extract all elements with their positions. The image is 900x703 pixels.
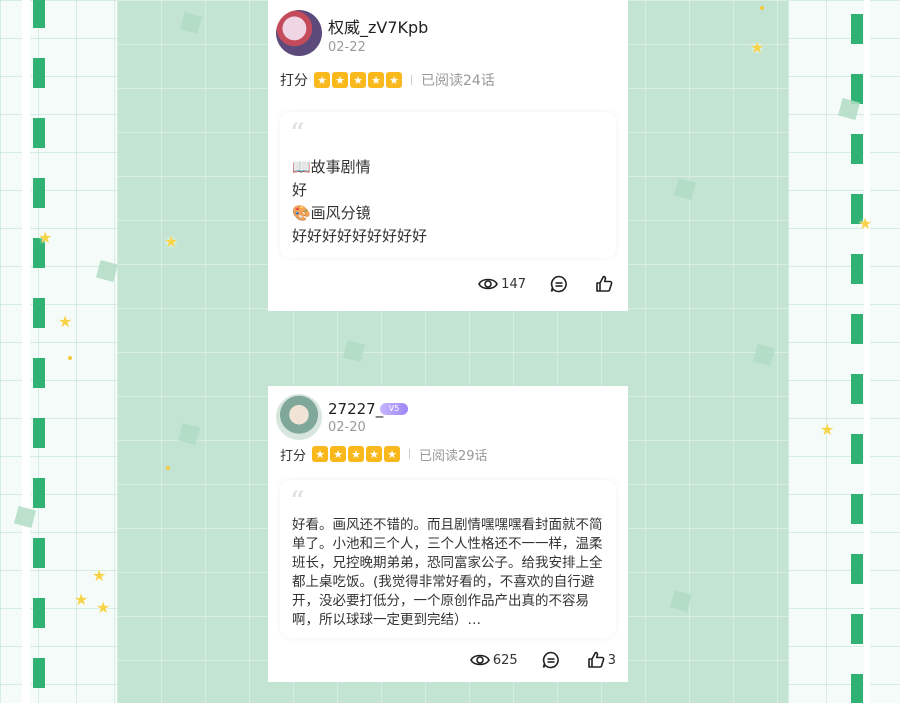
review-line: 好 (292, 181, 308, 199)
review-line: 🎨画风分镜 (292, 204, 371, 222)
sparkle (760, 6, 764, 10)
avatar[interactable] (276, 10, 322, 56)
star-icon: ★ (386, 72, 402, 88)
like-button[interactable]: 3 (587, 651, 616, 669)
star-icon: ★ (820, 420, 835, 439)
rating-stars: ★ ★ ★ ★ ★ (312, 446, 402, 462)
comment-icon (542, 651, 560, 669)
review-line: 📖故事剧情 (292, 158, 371, 176)
star-icon: ★ (384, 446, 401, 462)
avatar[interactable] (276, 394, 322, 440)
quote-icon: “ (290, 485, 305, 518)
star-icon: ★ (38, 228, 53, 247)
star-icon: ★ (74, 590, 89, 609)
action-bar: 147 (454, 275, 616, 293)
star-icon: ★ (858, 214, 873, 233)
star-icon: ★ (366, 446, 383, 462)
review-date: 02-20 (328, 420, 366, 435)
views-count: 625 (492, 652, 518, 668)
review-text: 好看。画风还不错的。而且剧情嘿嘿嘿看封面就不简单了。小池和三个人，三个人性格还不… (292, 517, 603, 628)
vip-badge: V5 (380, 403, 408, 415)
decor-strip (22, 0, 30, 703)
views-count: 147 (501, 276, 526, 292)
divider (411, 75, 412, 85)
star-icon: ★ (312, 446, 329, 462)
read-progress: 已阅读29话 (419, 448, 488, 464)
star-icon: ★ (164, 232, 179, 251)
action-bar: 625 3 (446, 651, 616, 669)
comment-button[interactable] (542, 651, 563, 669)
review-card: 27227_ V5 02-20 打分 ★ ★ ★ ★ ★ 已阅读29话 “ 好看… (268, 386, 628, 682)
star-icon: ★ (58, 312, 73, 331)
username[interactable]: 权威_zV7Kpb (328, 14, 428, 38)
quote-icon: “ (290, 117, 305, 150)
read-progress: 已阅读24话 (421, 73, 495, 89)
review-content[interactable]: “ 好看。画风还不错的。而且剧情嘿嘿嘿看封面就不简单了。小池和三个人，三个人性格… (280, 480, 616, 638)
star-icon: ★ (368, 72, 384, 88)
rating-row: 打分 ★ ★ ★ ★ ★ 已阅读29话 (280, 444, 488, 464)
thumbs-up-icon (587, 651, 605, 669)
sparkle (68, 356, 72, 360)
review-line: 好好好好好好好好好 (292, 227, 428, 245)
comment-button[interactable] (550, 275, 571, 293)
eye-icon (469, 652, 490, 668)
views-button[interactable]: 147 (478, 276, 526, 292)
rating-row: 打分 ★ ★ ★ ★ ★ 已阅读24话 (280, 70, 495, 90)
star-icon: ★ (96, 598, 111, 617)
username[interactable]: 27227_ (328, 400, 383, 418)
star-icon: ★ (314, 72, 330, 88)
sparkle (166, 466, 170, 470)
star-icon: ★ (330, 446, 347, 462)
dashed-border-left (33, 0, 45, 703)
star-icon: ★ (92, 566, 107, 585)
review-card: 权威_zV7Kpb 02-22 打分 ★ ★ ★ ★ ★ 已阅读24话 “ 📖故… (268, 0, 628, 311)
thumbs-up-icon (595, 275, 613, 293)
review-content[interactable]: “ 📖故事剧情 好 🎨画风分镜 好好好好好好好好好 (280, 112, 616, 258)
star-icon: ★ (750, 38, 765, 57)
divider (409, 449, 411, 459)
likes-count: 3 (607, 652, 616, 668)
decor-strip (864, 0, 870, 703)
views-button[interactable]: 625 (469, 652, 518, 668)
star-icon: ★ (348, 446, 365, 462)
rating-label: 打分 (280, 448, 307, 464)
eye-icon (478, 276, 499, 292)
comment-icon (550, 275, 568, 293)
star-icon: ★ (332, 72, 348, 88)
like-button[interactable] (595, 275, 616, 293)
rating-stars: ★ ★ ★ ★ ★ (314, 72, 404, 88)
rating-label: 打分 (280, 73, 308, 89)
review-date: 02-22 (328, 40, 366, 55)
star-icon: ★ (350, 72, 366, 88)
